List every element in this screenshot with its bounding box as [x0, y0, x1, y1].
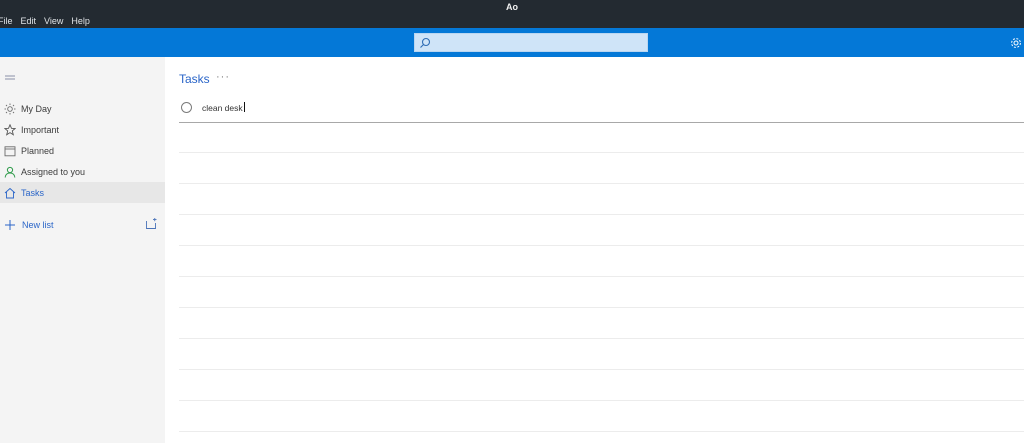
add-task-row[interactable]: clean desk — [179, 97, 1024, 123]
home-icon — [4, 187, 16, 198]
sidebar-item-planned[interactable]: Planned — [0, 140, 165, 161]
new-list-button[interactable]: New list — [0, 214, 165, 235]
list-divider — [179, 276, 1024, 277]
list-divider — [179, 307, 1024, 308]
sun-icon — [4, 103, 16, 114]
window-title: Ao — [506, 2, 518, 12]
sidebar-item-label: Important — [21, 124, 60, 135]
text-caret — [243, 102, 245, 112]
more-options-button[interactable]: ··· — [216, 71, 230, 83]
list-divider — [179, 152, 1024, 153]
person-icon — [4, 166, 16, 178]
plus-icon — [5, 219, 15, 230]
sidebar-item-tasks[interactable]: Tasks — [0, 182, 165, 203]
new-group-icon[interactable] — [145, 218, 157, 230]
search-icon — [420, 37, 431, 48]
sidebar-item-assigned[interactable]: Assigned to you — [0, 161, 165, 182]
list-divider — [179, 183, 1024, 184]
search-input[interactable] — [414, 33, 648, 52]
menu-view[interactable]: View — [44, 16, 63, 26]
gear-icon[interactable] — [1010, 37, 1022, 49]
task-input[interactable]: clean desk — [202, 102, 245, 113]
menu-edit[interactable]: Edit — [21, 16, 37, 26]
page-title: Tasks — [179, 72, 210, 86]
list-divider — [179, 400, 1024, 401]
hamburger-menu-icon[interactable] — [4, 73, 16, 83]
task-input-text: clean desk — [202, 103, 243, 113]
list-divider — [179, 369, 1024, 370]
menu-bar: File Edit View Help — [0, 16, 90, 26]
main-panel: Tasks ··· clean desk — [165, 57, 1024, 443]
toolbar — [0, 28, 1024, 57]
sidebar-item-my-day[interactable]: My Day — [0, 98, 165, 119]
list-divider — [179, 214, 1024, 215]
sidebar: My Day Important Planned Assigned to you… — [0, 57, 165, 443]
sidebar-item-label: Planned — [21, 145, 55, 156]
sidebar-item-label: My Day — [21, 103, 52, 114]
sidebar-item-label: Assigned to you — [21, 166, 86, 177]
title-bar: Ao File Edit View Help — [0, 0, 1024, 28]
new-list-label: New list — [22, 219, 54, 230]
sidebar-item-label: Tasks — [21, 187, 45, 198]
task-checkbox[interactable] — [181, 102, 192, 113]
calendar-icon — [4, 145, 16, 156]
menu-file[interactable]: File — [0, 16, 13, 26]
menu-help[interactable]: Help — [71, 16, 90, 26]
list-divider — [179, 245, 1024, 246]
list-divider — [179, 431, 1024, 432]
list-divider — [179, 338, 1024, 339]
sidebar-item-important[interactable]: Important — [0, 119, 165, 140]
star-icon — [4, 123, 16, 136]
